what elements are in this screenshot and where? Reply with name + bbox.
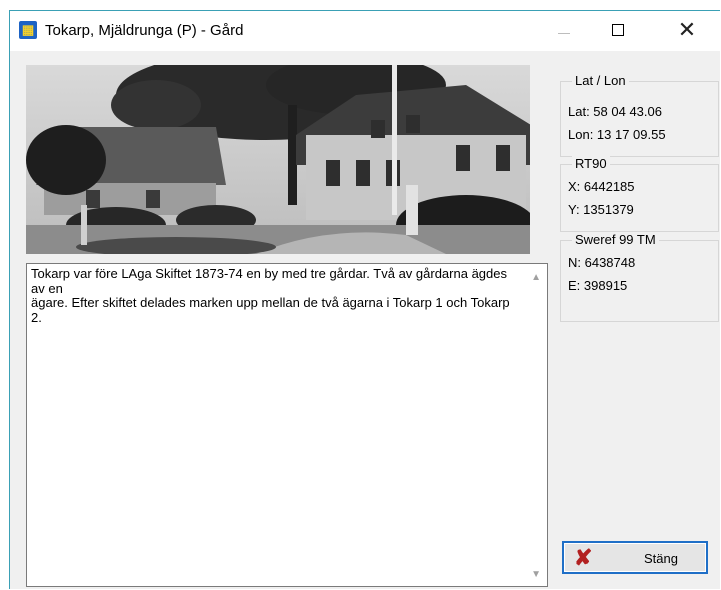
app-window: ▦ Tokarp, Mjäldrunga (P) - Gård ✕ Tokarp…: [9, 10, 720, 589]
description-textarea[interactable]: Tokarp var före LAga Skiftet 1873-74 en …: [26, 263, 548, 587]
red-x-icon: ✘: [574, 545, 593, 570]
maximize-button[interactable]: [595, 11, 641, 51]
sweref-title: Sweref 99 TM: [572, 232, 659, 247]
farm-photo: [26, 65, 530, 254]
farm-photo-image: [26, 65, 530, 254]
description-text: Tokarp var före LAga Skiftet 1873-74 en …: [31, 266, 510, 325]
sweref-n-value: N: 6438748: [568, 255, 636, 270]
sweref-e-value: E: 398915: [568, 278, 628, 293]
scroll-down-icon[interactable]: ▼: [531, 569, 541, 580]
latlon-group: Lat / Lon Lat: 58 04 43.06 Lon: 13 17 09…: [560, 73, 719, 157]
sweref-group: Sweref 99 TM N: 6438748 E: 398915: [560, 232, 719, 322]
latlon-title: Lat / Lon: [572, 73, 629, 88]
lon-value: Lon: 13 17 09.55: [568, 127, 666, 142]
minimize-icon: [558, 33, 570, 34]
close-button-label: Stäng: [644, 551, 678, 566]
window-title: Tokarp, Mjäldrunga (P) - Gård: [45, 22, 244, 39]
lat-value: Lat: 58 04 43.06: [568, 104, 662, 119]
minimize-button[interactable]: [542, 11, 588, 51]
rt90-y-value: Y: 1351379: [568, 202, 634, 217]
rt90-title: RT90: [572, 156, 610, 171]
window-close-button[interactable]: ✕: [664, 11, 710, 51]
rt90-group: RT90 X: 6442185 Y: 1351379: [560, 156, 719, 232]
maximize-icon: [612, 24, 624, 36]
scroll-up-icon[interactable]: ▲: [531, 272, 541, 283]
close-button[interactable]: ✘ Stäng: [562, 541, 708, 574]
close-icon: ✕: [677, 17, 697, 42]
title-bar[interactable]: ▦ Tokarp, Mjäldrunga (P) - Gård ✕: [10, 11, 720, 51]
app-icon: ▦: [19, 21, 37, 39]
rt90-x-value: X: 6442185: [568, 179, 635, 194]
